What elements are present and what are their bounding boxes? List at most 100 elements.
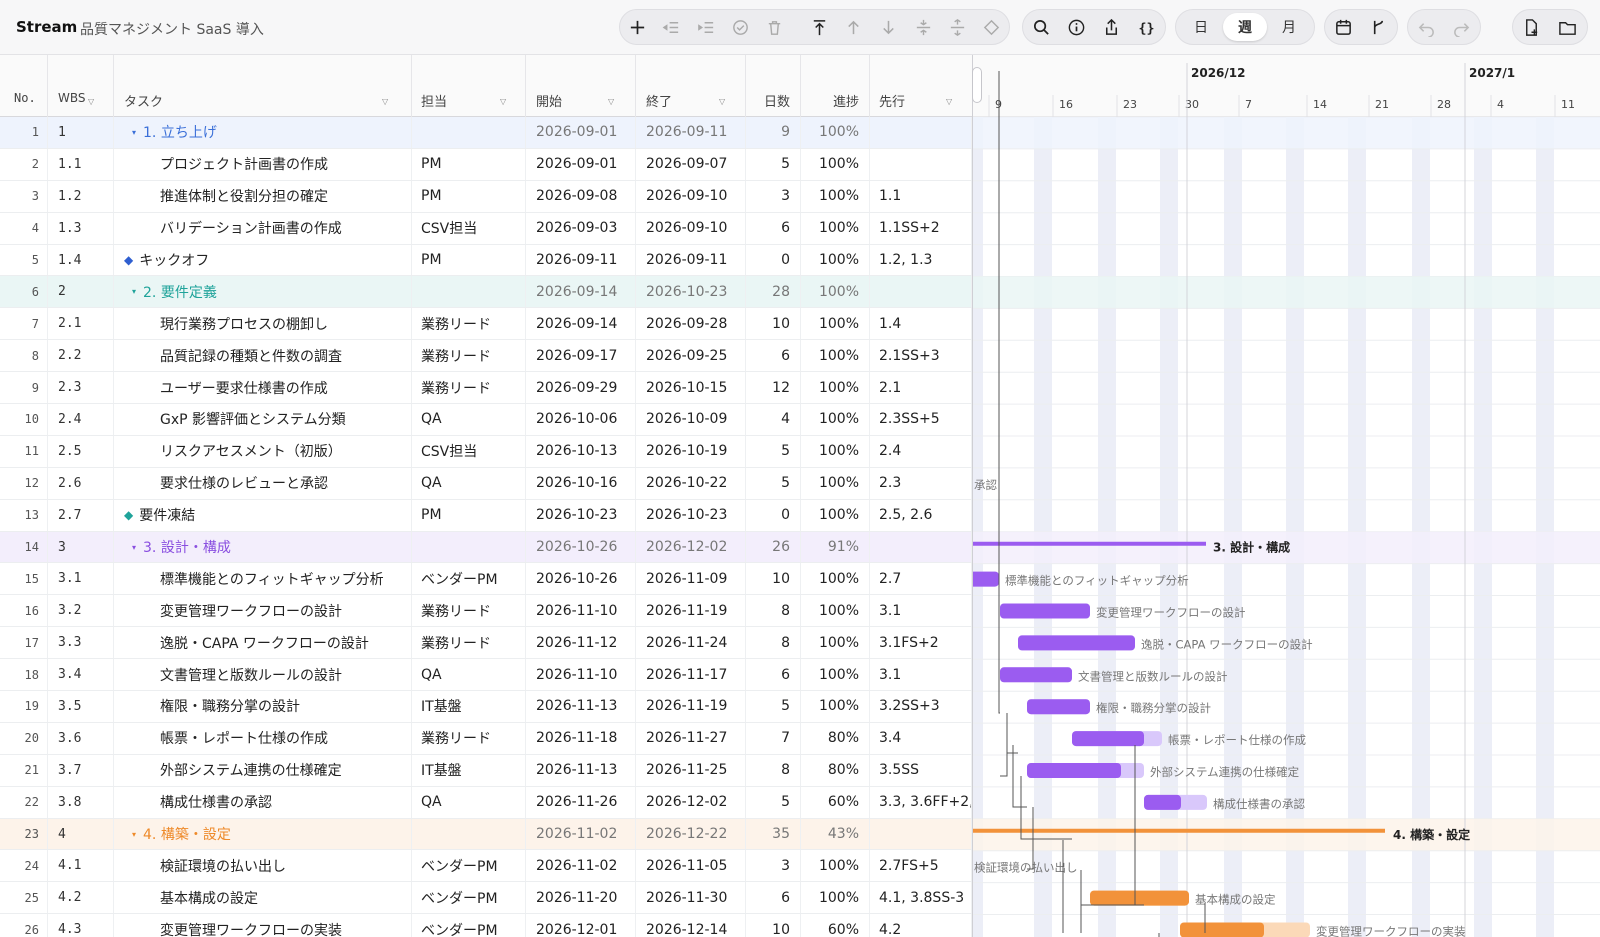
predecessor-cell[interactable]: 1.1SS+2 (870, 212, 972, 244)
wbs-cell[interactable]: 2.6 (48, 467, 114, 499)
task-cell[interactable]: 変更管理ワークフローの実装 (114, 914, 412, 937)
wbs-cell[interactable]: 2.2 (48, 340, 114, 372)
search-icon[interactable] (1026, 13, 1056, 41)
owner-cell[interactable]: QA (412, 786, 526, 818)
owner-cell[interactable] (412, 531, 526, 563)
owner-cell[interactable]: PM (412, 244, 526, 276)
owner-cell[interactable]: ベンダーPM (412, 563, 526, 595)
task-cell[interactable]: 標準機能とのフィットギャップ分析 (114, 563, 412, 595)
table-row[interactable]: 9 2.3 ユーザー要求仕様書の作成 業務リード 2026-09-29 2026-10-1… (0, 372, 972, 405)
column-pred[interactable]: 先行 ▽ (870, 55, 972, 117)
predecessor-cell[interactable]: 2.3SS+5 (870, 404, 972, 435)
info-icon[interactable] (1061, 13, 1091, 41)
column-end[interactable]: 終了 ▽ (636, 55, 746, 117)
owner-cell[interactable]: PM (412, 180, 526, 212)
progress-cell[interactable]: 100% (801, 148, 870, 180)
predecessor-cell[interactable] (870, 148, 972, 180)
row-number[interactable]: 13 (0, 499, 48, 531)
wbs-cell[interactable]: 3.5 (48, 691, 114, 722)
wbs-cell[interactable]: 2 (48, 276, 114, 308)
progress-cell[interactable]: 100% (801, 627, 870, 659)
wbs-cell[interactable]: 4 (48, 818, 114, 850)
days-cell[interactable]: 35 (746, 818, 801, 850)
wbs-cell[interactable]: 2.5 (48, 435, 114, 467)
table-row[interactable]: 10 2.4 GxP 影響評価とシステム分類 QA 2026-10-06 2026-10-… (0, 404, 972, 436)
owner-cell[interactable]: IT基盤 (412, 754, 526, 786)
task-cell[interactable]: 推進体制と役割分担の確定 (114, 180, 412, 212)
calendar-icon[interactable] (1328, 13, 1358, 41)
wbs-cell[interactable]: 3.4 (48, 659, 114, 691)
wbs-cell[interactable]: 2.1 (48, 308, 114, 340)
indent-icon[interactable] (691, 13, 721, 41)
owner-cell[interactable]: 業務リード (412, 627, 526, 659)
table-row[interactable]: 11 2.5 リスクアセスメント（初版） CSV担当 2026-10-13 2026-10… (0, 435, 972, 468)
table-row[interactable]: 20 3.6 帳票・レポート仕様の作成 業務リード 2026-11-18 2026-11-… (0, 722, 972, 755)
table-row[interactable]: 2 1.1 プロジェクト計画書の作成 PM 2026-09-01 2026-09-07 5 1… (0, 148, 972, 181)
predecessor-cell[interactable]: 1.4 (870, 308, 972, 340)
task-cell[interactable]: 逸脱・CAPA ワークフローの設計 (114, 627, 412, 659)
days-cell[interactable]: 10 (746, 563, 801, 595)
start-date-cell[interactable]: 2026-11-10 (526, 659, 636, 691)
table-row-group[interactable]: 14 3 ▾ 3. 設計・構成 2026-10-26 2026-12-02 26 91% (0, 531, 972, 564)
task-cell[interactable]: リスクアセスメント（初版） (114, 435, 412, 467)
days-cell[interactable]: 0 (746, 499, 801, 531)
table-row[interactable]: 17 3.3 逸脱・CAPA ワークフローの設計 業務リード 2026-11-12 202… (0, 627, 972, 660)
table-row[interactable]: 3 1.2 推進体制と役割分担の確定 PM 2026-09-08 2026-09-10 3 1… (0, 180, 972, 213)
start-date-cell[interactable]: 2026-10-26 (526, 563, 636, 595)
days-cell[interactable]: 28 (746, 276, 801, 308)
task-cell[interactable]: 要求仕様のレビューと承認 (114, 467, 412, 499)
predecessor-cell[interactable]: 3.1 (870, 659, 972, 691)
row-number[interactable]: 11 (0, 435, 48, 467)
table-row[interactable]: 15 3.1 標準機能とのフィットギャップ分析 ベンダーPM 2026-10-26 202… (0, 563, 972, 596)
task-cell[interactable]: 外部システム連携の仕様確定 (114, 754, 412, 786)
start-date-cell[interactable]: 2026-10-23 (526, 499, 636, 531)
end-date-cell[interactable]: 2026-11-09 (636, 563, 746, 595)
row-number[interactable]: 24 (0, 850, 48, 882)
owner-cell[interactable]: 業務リード (412, 308, 526, 340)
end-date-cell[interactable]: 2026-12-02 (636, 531, 746, 563)
predecessor-cell[interactable]: 3.3, 3.6FF+2, (870, 786, 972, 818)
end-date-cell[interactable]: 2026-11-19 (636, 691, 746, 722)
move-up-icon[interactable] (838, 13, 868, 41)
scale-day-button[interactable]: 日 (1179, 13, 1223, 41)
progress-cell[interactable]: 100% (801, 435, 870, 467)
task-cell[interactable]: 検証環境の払い出し (114, 850, 412, 882)
days-cell[interactable]: 4 (746, 404, 801, 435)
start-date-cell[interactable]: 2026-10-16 (526, 467, 636, 499)
progress-cell[interactable]: 100% (801, 499, 870, 531)
days-cell[interactable]: 5 (746, 148, 801, 180)
table-row[interactable]: 26 4.3 変更管理ワークフローの実装 ベンダーPM 2026-12-01 2026-1… (0, 914, 972, 937)
predecessor-cell[interactable]: 3.5SS (870, 754, 972, 786)
start-date-cell[interactable]: 2026-09-14 (526, 276, 636, 308)
days-cell[interactable]: 7 (746, 722, 801, 754)
owner-cell[interactable]: 業務リード (412, 595, 526, 627)
scale-week-button[interactable]: 週 (1223, 13, 1267, 41)
days-cell[interactable]: 9 (746, 117, 801, 148)
wbs-cell[interactable]: 3.6 (48, 722, 114, 754)
owner-cell[interactable]: QA (412, 404, 526, 435)
table-row[interactable]: 24 4.1 検証環境の払い出し ベンダーPM 2026-11-02 2026-11-05… (0, 850, 972, 883)
progress-cell[interactable]: 100% (801, 404, 870, 435)
progress-cell[interactable]: 100% (801, 340, 870, 372)
end-date-cell[interactable]: 2026-10-23 (636, 499, 746, 531)
days-cell[interactable]: 0 (746, 244, 801, 276)
move-top-icon[interactable] (804, 13, 834, 41)
progress-cell[interactable]: 100% (801, 180, 870, 212)
table-row[interactable]: 21 3.7 外部システム連携の仕様確定 IT基盤 2026-11-13 2026-11-… (0, 754, 972, 787)
end-date-cell[interactable]: 2026-09-10 (636, 180, 746, 212)
days-cell[interactable]: 6 (746, 340, 801, 372)
days-cell[interactable]: 6 (746, 659, 801, 691)
row-number[interactable]: 16 (0, 595, 48, 627)
row-number[interactable]: 14 (0, 531, 48, 563)
row-number[interactable]: 12 (0, 467, 48, 499)
predecessor-cell[interactable]: 2.3 (870, 467, 972, 499)
owner-cell[interactable]: CSV担当 (412, 435, 526, 467)
table-row[interactable]: 13 2.7 ◆ 要件凍結 PM 2026-10-23 2026-10-23 0 100% 2.5… (0, 499, 972, 532)
progress-cell[interactable]: 100% (801, 117, 870, 148)
start-date-cell[interactable]: 2026-09-01 (526, 148, 636, 180)
start-date-cell[interactable]: 2026-11-18 (526, 722, 636, 754)
end-date-cell[interactable]: 2026-11-24 (636, 627, 746, 659)
end-date-cell[interactable]: 2026-11-30 (636, 882, 746, 914)
table-row[interactable]: 25 4.2 基本構成の設定 ベンダーPM 2026-11-20 2026-11-30 6 1… (0, 882, 972, 915)
days-cell[interactable]: 12 (746, 372, 801, 404)
